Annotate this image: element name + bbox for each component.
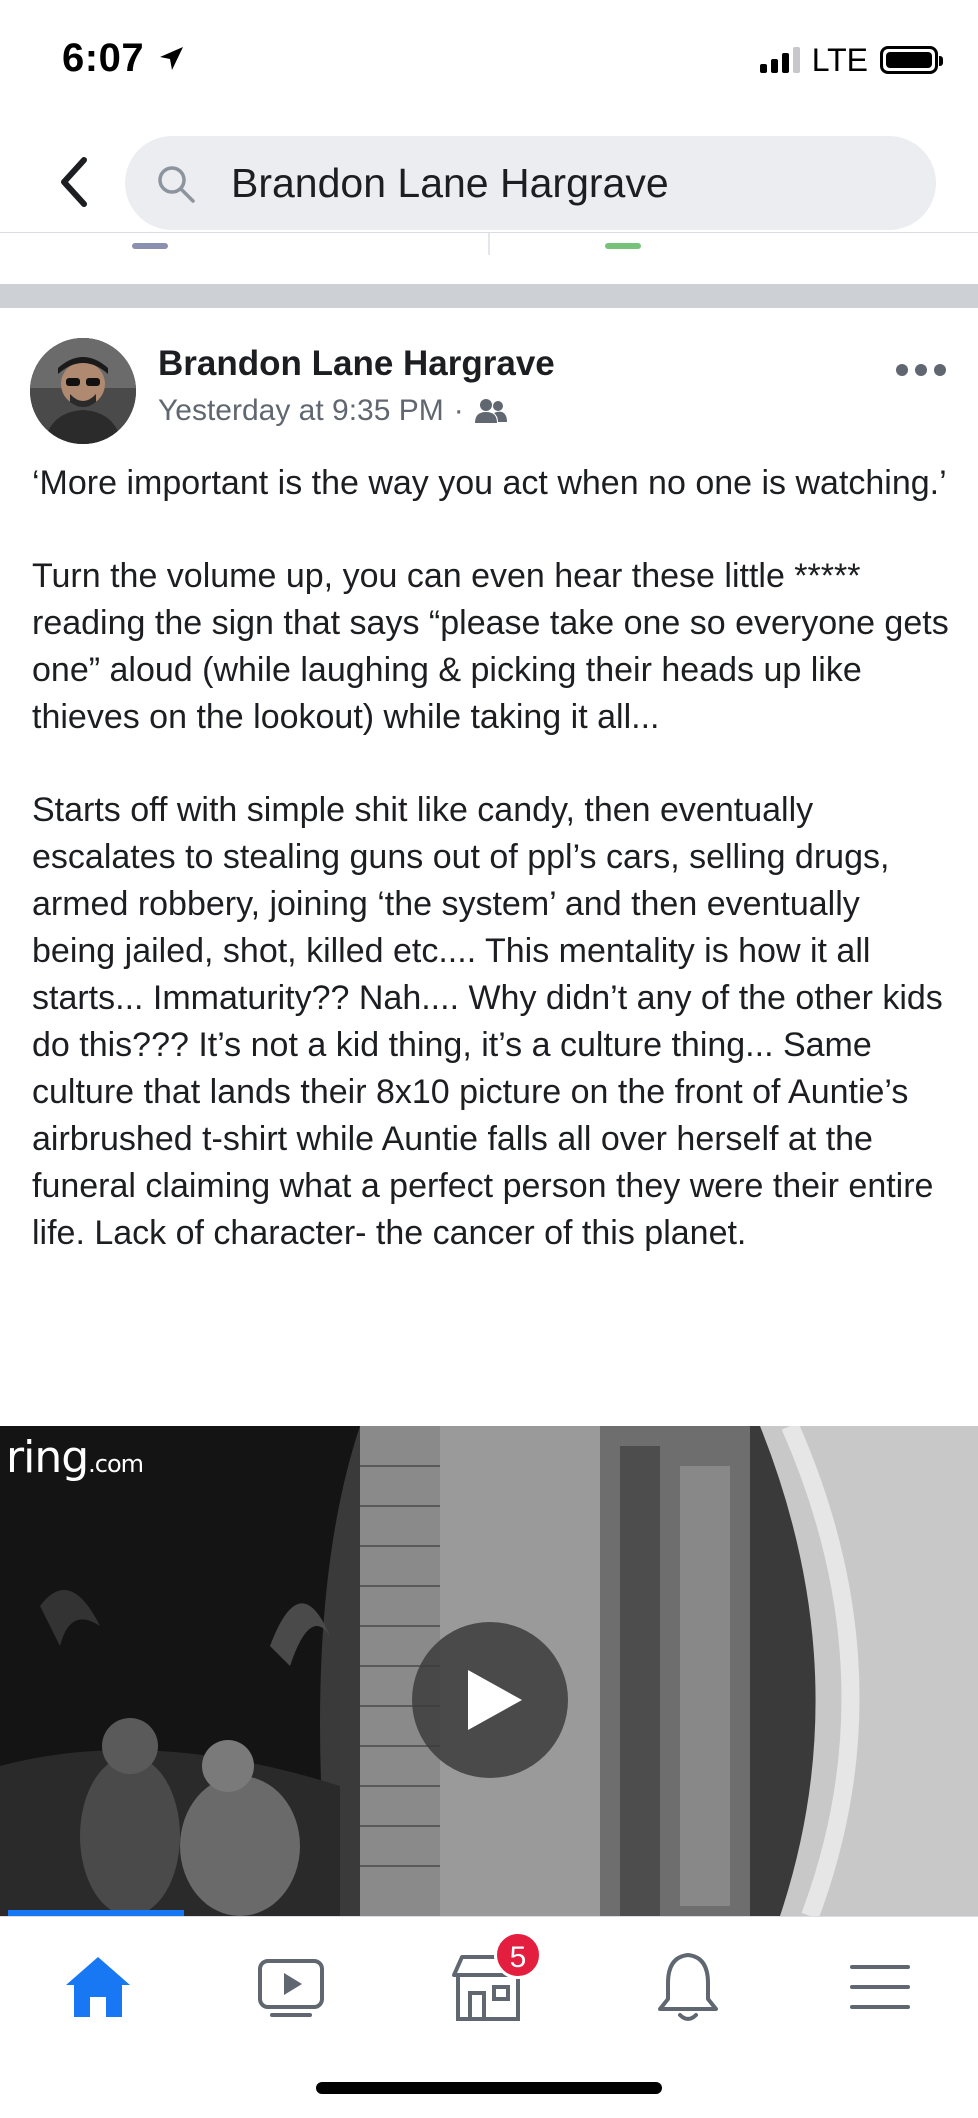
post-author-name[interactable]: Brandon Lane Hargrave	[158, 344, 555, 384]
location-arrow-icon	[160, 47, 183, 70]
post-paragraph: Turn the volume up, you can even hear th…	[32, 557, 949, 736]
network-type: LTE	[811, 41, 868, 78]
home-icon[interactable]	[58, 1947, 138, 2027]
partial-icon	[605, 243, 641, 249]
partial-icon	[132, 243, 168, 249]
status-indicators: LTE	[759, 40, 943, 80]
meta-separator: ·	[453, 394, 464, 427]
bell-icon[interactable]	[648, 1947, 728, 2027]
menu-icon[interactable]	[840, 1947, 920, 2027]
status-time: 6:07	[62, 36, 145, 80]
video-player[interactable]: ring.com	[0, 1426, 978, 1916]
battery-icon	[880, 46, 943, 74]
home-indicator[interactable]	[316, 2082, 662, 2094]
avatar[interactable]	[30, 338, 136, 444]
ring-watermark: ring.com	[6, 1432, 144, 1483]
post-timestamp[interactable]: Yesterday at 9:35 PM	[158, 394, 444, 428]
divider	[488, 233, 490, 255]
search-header: Brandon Lane Hargrave	[0, 128, 978, 232]
profile-photo	[30, 338, 136, 444]
post-text: ‘More important is the way you act when …	[32, 460, 952, 1303]
marketplace-button[interactable]: 5	[448, 1931, 542, 2027]
play-icon	[468, 1670, 522, 1730]
post-meta: Yesterday at 9:35 PM ·	[158, 394, 508, 428]
search-query: Brandon Lane Hargrave	[231, 160, 669, 206]
signal-icon	[759, 47, 800, 73]
video-icon[interactable]	[252, 1947, 332, 2027]
more-options-icon[interactable]	[896, 360, 948, 380]
notification-badge: 5	[494, 1931, 542, 1979]
search-input[interactable]: Brandon Lane Hargrave	[125, 136, 936, 230]
back-arrow-icon[interactable]	[52, 154, 102, 210]
search-icon	[158, 166, 195, 203]
friends-icon	[474, 399, 507, 423]
status-bar: 6:07 LTE	[0, 0, 978, 120]
post-paragraph: ‘More important is the way you act when …	[32, 464, 947, 502]
post-paragraph: Starts off with simple shit like candy, …	[32, 791, 943, 1252]
previous-post-action-bar	[0, 232, 978, 284]
feed-separator	[0, 284, 978, 308]
play-button[interactable]	[412, 1622, 568, 1778]
